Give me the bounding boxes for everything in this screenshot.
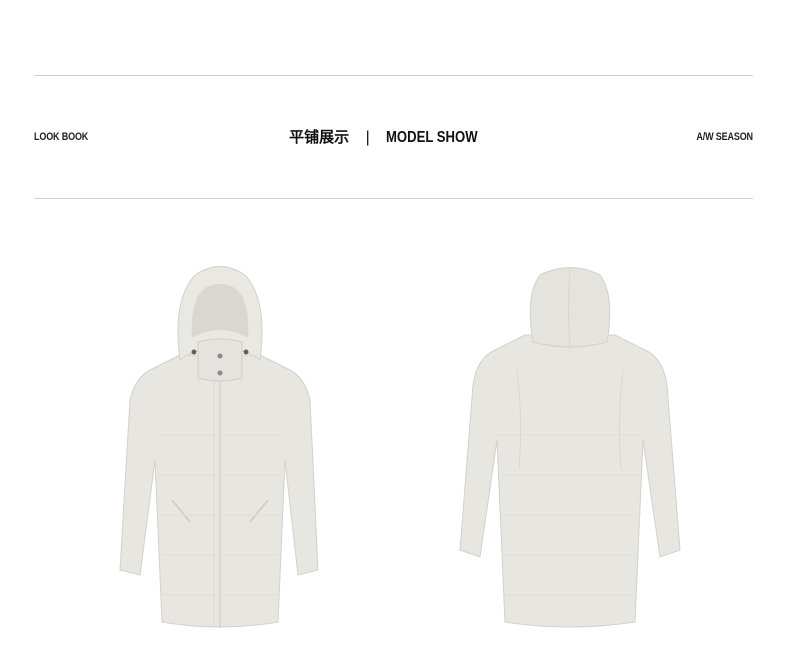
front-view-jacket-image	[110, 260, 330, 640]
left-toggle	[191, 349, 197, 355]
section-banner: LOOK BOOK 平铺展示 | MODEL SHOW A/W SEASON	[34, 126, 753, 152]
collar-snap-2	[217, 370, 223, 376]
bottom-divider	[34, 198, 753, 199]
section-title-en: MODEL SHOW	[386, 129, 478, 146]
back-jacket-illustration	[459, 267, 681, 628]
back-view-jacket-image	[455, 260, 685, 640]
product-photos	[0, 220, 790, 640]
front-jacket-body	[119, 354, 319, 628]
title-separator: |	[365, 129, 370, 146]
section-title-cn: 平铺展示	[289, 128, 350, 146]
top-divider	[34, 75, 753, 76]
right-toggle	[243, 349, 249, 355]
front-jacket-illustration	[119, 266, 319, 628]
section-title: 平铺展示 | MODEL SHOW	[34, 126, 753, 147]
collar-snap-1	[217, 353, 223, 359]
back-jacket-hood	[529, 267, 611, 348]
season-label: A/W SEASON	[696, 131, 753, 143]
back-jacket-body	[459, 334, 681, 628]
